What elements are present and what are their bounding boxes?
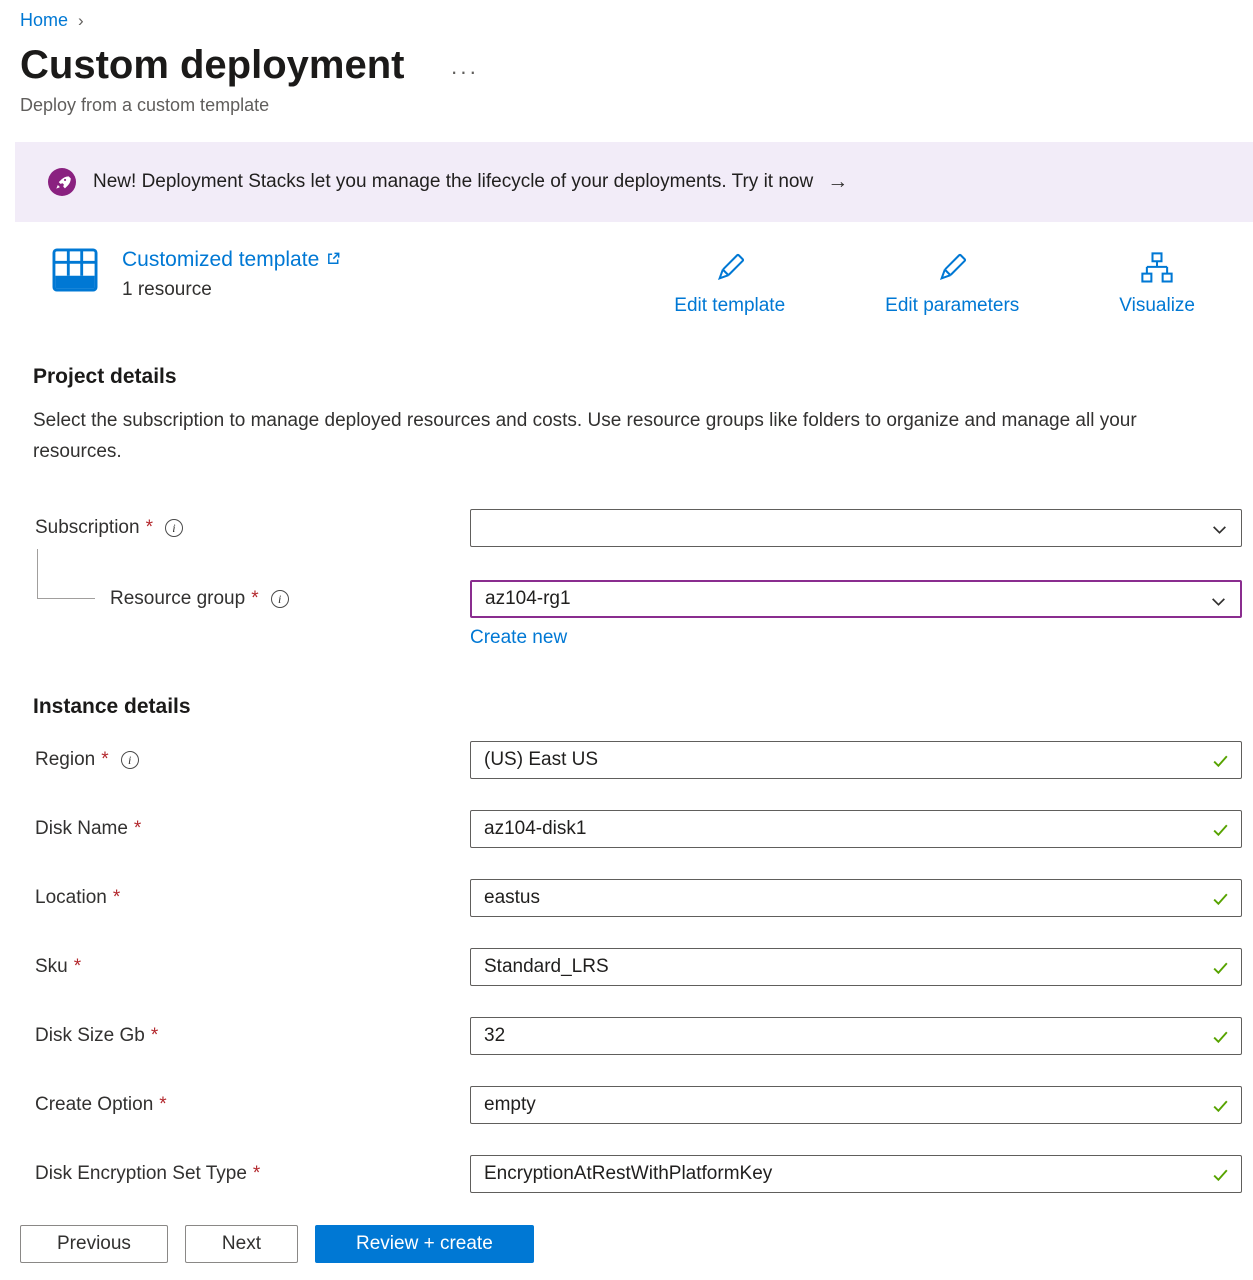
visualize-label: Visualize: [1119, 295, 1195, 317]
resource-group-label: Resource group: [110, 588, 245, 610]
org-chart-icon: [1139, 250, 1175, 292]
disk-name-value: az104-disk1: [484, 818, 586, 840]
create-option-field-row: Create Option * empty: [0, 1086, 1253, 1124]
check-icon: [1211, 1096, 1230, 1121]
edit-template-button[interactable]: Edit template: [674, 250, 785, 317]
field-connector-line: [37, 549, 95, 599]
template-actions: Edit template Edit parameters: [674, 250, 1195, 317]
arrow-right-icon[interactable]: →: [827, 170, 848, 194]
resource-group-select[interactable]: az104-rg1: [470, 580, 1242, 618]
region-field-row: Region * (US) East US: [0, 741, 1253, 779]
breadcrumb-home-link[interactable]: Home: [20, 10, 68, 31]
create-option-label: Create Option: [35, 1094, 153, 1116]
next-button[interactable]: Next: [185, 1225, 298, 1263]
info-icon[interactable]: [121, 751, 139, 769]
customized-template-link[interactable]: Customized template: [122, 248, 341, 272]
disk-size-gb-field-row: Disk Size Gb * 32: [0, 1017, 1253, 1055]
disk-size-gb-value: 32: [484, 1025, 505, 1047]
edit-parameters-label: Edit parameters: [885, 295, 1019, 317]
required-asterisk: *: [101, 749, 108, 771]
region-label: Region: [35, 749, 95, 771]
sku-input[interactable]: Standard_LRS: [470, 948, 1242, 986]
project-details-description: Select the subscription to manage deploy…: [33, 405, 1181, 467]
pencil-icon: [712, 250, 748, 292]
page-subtitle: Deploy from a custom template: [20, 95, 1253, 116]
resource-group-field-row: Resource group * az104-rg1: [0, 580, 1253, 618]
sku-label: Sku: [35, 956, 68, 978]
chevron-right-icon: ›: [78, 11, 84, 31]
disk-size-gb-label: Disk Size Gb: [35, 1025, 145, 1047]
required-asterisk: *: [253, 1163, 260, 1185]
disk-name-input[interactable]: az104-disk1: [470, 810, 1242, 848]
pencil-icon: [934, 250, 970, 292]
edit-parameters-button[interactable]: Edit parameters: [885, 250, 1019, 317]
page-title: Custom deployment: [20, 43, 404, 88]
required-asterisk: *: [146, 517, 153, 539]
info-icon[interactable]: [271, 590, 289, 608]
location-label: Location: [35, 887, 107, 909]
check-icon: [1211, 889, 1230, 914]
external-link-icon: [326, 248, 341, 272]
check-icon: [1211, 751, 1230, 776]
page-header: Custom deployment ···: [20, 43, 1253, 88]
chevron-down-icon: [1211, 521, 1228, 544]
previous-button[interactable]: Previous: [20, 1225, 168, 1263]
banner-message: New! Deployment Stacks let you manage th…: [93, 171, 813, 193]
breadcrumb: Home ›: [0, 0, 1253, 31]
disk-name-label: Disk Name: [35, 818, 128, 840]
disk-encryption-set-type-value: EncryptionAtRestWithPlatformKey: [484, 1163, 772, 1185]
check-icon: [1211, 1165, 1230, 1190]
location-value: eastus: [484, 887, 540, 909]
create-option-value: empty: [484, 1094, 536, 1116]
required-asterisk: *: [159, 1094, 166, 1116]
required-asterisk: *: [134, 818, 141, 840]
check-icon: [1211, 1027, 1230, 1052]
disk-size-gb-input[interactable]: 32: [470, 1017, 1242, 1055]
disk-encryption-set-type-input[interactable]: EncryptionAtRestWithPlatformKey: [470, 1155, 1242, 1193]
region-value: (US) East US: [484, 749, 598, 771]
required-asterisk: *: [151, 1025, 158, 1047]
footer-action-bar: Previous Next Review + create: [0, 1210, 1253, 1280]
template-resource-count: 1 resource: [122, 279, 341, 301]
sku-field-row: Sku * Standard_LRS: [0, 948, 1253, 986]
instance-details-heading: Instance details: [33, 695, 1253, 719]
check-icon: [1211, 958, 1230, 983]
region-input[interactable]: (US) East US: [470, 741, 1242, 779]
template-icon: [52, 248, 98, 301]
check-icon: [1211, 820, 1230, 845]
edit-template-label: Edit template: [674, 295, 785, 317]
deployment-stacks-banner: New! Deployment Stacks let you manage th…: [15, 142, 1253, 222]
location-field-row: Location * eastus: [0, 879, 1253, 917]
subscription-select[interactable]: [470, 509, 1242, 547]
template-card: Customized template 1 resource: [52, 248, 1223, 317]
info-icon[interactable]: [165, 519, 183, 537]
subscription-label: Subscription: [35, 517, 140, 539]
required-asterisk: *: [113, 887, 120, 909]
required-asterisk: *: [74, 956, 81, 978]
location-input[interactable]: eastus: [470, 879, 1242, 917]
subscription-field-row: Subscription *: [0, 509, 1253, 547]
disk-encryption-set-type-field-row: Disk Encryption Set Type * EncryptionAtR…: [0, 1155, 1253, 1193]
required-asterisk: *: [251, 588, 258, 610]
project-details-heading: Project details: [33, 365, 1253, 389]
disk-encryption-set-type-label: Disk Encryption Set Type: [35, 1163, 247, 1185]
sku-value: Standard_LRS: [484, 956, 609, 978]
resource-group-value: az104-rg1: [485, 588, 571, 610]
visualize-button[interactable]: Visualize: [1119, 250, 1195, 317]
rocket-icon: [48, 168, 76, 196]
chevron-down-icon: [1210, 593, 1227, 616]
more-options-button[interactable]: ···: [450, 49, 478, 83]
create-new-link[interactable]: Create new: [470, 627, 567, 648]
review-create-button[interactable]: Review + create: [315, 1225, 534, 1263]
template-link-label: Customized template: [122, 248, 319, 272]
disk-name-field-row: Disk Name * az104-disk1: [0, 810, 1253, 848]
create-option-input[interactable]: empty: [470, 1086, 1242, 1124]
